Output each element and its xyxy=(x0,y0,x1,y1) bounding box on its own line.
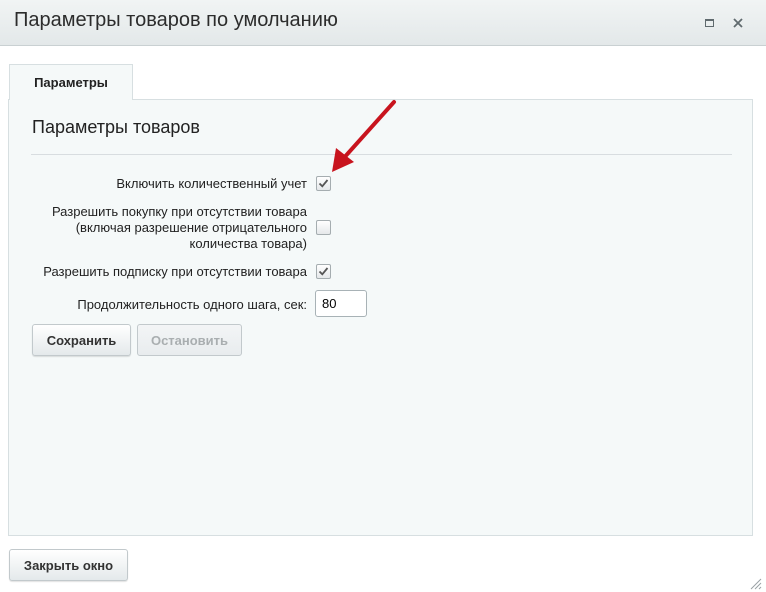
save-button[interactable]: Сохранить xyxy=(32,324,131,356)
allow-purchase-checkbox[interactable] xyxy=(316,220,331,235)
allow-purchase-label: Разрешить покупку при отсутствии товара … xyxy=(51,204,307,251)
maximize-icon[interactable] xyxy=(700,14,718,32)
window-titlebar: Параметры товаров по умолчанию xyxy=(0,0,766,46)
resize-grip-icon[interactable] xyxy=(748,576,762,590)
annotation-arrow-icon xyxy=(332,100,396,172)
step-duration-input[interactable] xyxy=(315,290,367,317)
close-window-button[interactable]: Закрыть окно xyxy=(9,549,128,581)
enable-quantity-checkbox[interactable] xyxy=(316,176,331,191)
checkmark-icon xyxy=(318,267,329,276)
window-title: Параметры товаров по умолчанию xyxy=(14,9,338,31)
allow-subscribe-label: Разрешить подписку при отсутствии товара xyxy=(43,264,307,279)
checkmark-icon xyxy=(318,179,329,188)
allow-subscribe-checkbox[interactable] xyxy=(316,264,331,279)
step-duration-label: Продолжительность одного шага, сек: xyxy=(77,297,307,312)
stop-button: Остановить xyxy=(137,324,242,356)
close-icon[interactable] xyxy=(729,14,747,32)
enable-quantity-label: Включить количественный учет xyxy=(116,176,307,191)
section-title: Параметры товаров xyxy=(32,117,200,137)
tab-parameters[interactable]: Параметры xyxy=(9,64,133,100)
